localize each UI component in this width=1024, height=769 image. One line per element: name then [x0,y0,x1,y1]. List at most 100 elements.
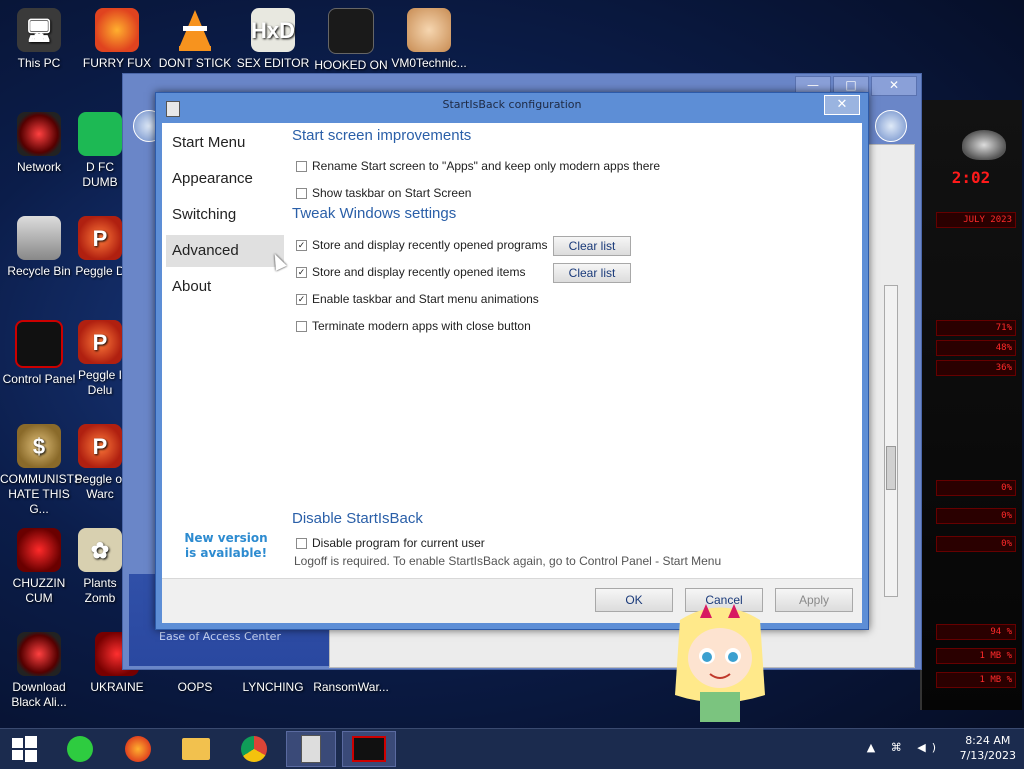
taskbar: ▲ ⌘ ◀) 8:24 AM 7/13/2023 [0,728,1024,769]
desktop-icon-control-panel[interactable]: Control Panel [0,320,78,387]
close-button[interactable]: ✕ [871,76,917,96]
nav-start-menu[interactable]: Start Menu [166,127,284,159]
chrome-icon[interactable] [230,731,278,767]
alien-icon [17,632,61,676]
peggle-icon: P [78,216,122,260]
recycle-bin-icon [17,216,61,260]
desktop-icon-lynching[interactable]: LYNCHING [234,680,312,695]
scrollbar[interactable] [884,285,898,597]
checkbox-checked[interactable]: ✓ [296,239,307,251]
option-label: Store and display recently opened items [312,265,526,279]
option-recent-programs[interactable]: ✓ Store and display recently opened prog… [296,238,547,252]
desktop-icon-this-pc[interactable]: 🖥 This PC [0,8,78,71]
gadget-bar: 94 % [936,624,1016,640]
desktop-icon-communists[interactable]: $ COMMUNISTS HATE THIS G... [0,424,82,517]
section-heading-tweak: Tweak Windows settings [292,205,457,222]
desktop-icon-label: LYNCHING [242,680,304,694]
system-tray-icons[interactable]: ▲ ⌘ ◀) [867,741,942,754]
file-explorer-icon[interactable] [172,731,220,767]
section-heading-disable: Disable StartIsBack [292,510,423,527]
chuzzle-icon [17,528,61,572]
desktop-icon-peggle-deluxe[interactable]: P Peggle I Delu [70,320,130,398]
refresh-icon[interactable] [875,110,907,142]
desktop-icon-download-black[interactable]: Download Black Ali... [0,632,78,710]
peggle-icon: P [78,424,122,468]
control-panel-icon [15,320,63,368]
desktop-icon-label: COMMUNISTS HATE THIS G... [0,472,82,516]
gadget-bar: 0% [936,536,1016,552]
desktop-icon-label: HOOKED ON [314,58,388,72]
advanced-settings-panel: Start screen improvements Rename Start s… [292,123,852,579]
desktop-icon-dfc[interactable]: D FC DUMB [70,112,130,190]
desktop-icon-peggle-d[interactable]: P Peggle D [70,216,130,279]
clear-list-programs-button[interactable]: Clear list [553,236,631,256]
nav-about[interactable]: About [166,271,284,303]
checkbox[interactable] [296,187,307,199]
option-label: Rename Start screen to "Apps" and keep o… [312,159,661,173]
desktop-icon-hooked-on[interactable]: HOOKED ON [312,8,390,73]
dialog-client-area: Start Menu Appearance Switching Advanced… [162,123,862,623]
desktop-icon-label: Peggle D [75,264,125,278]
desktop-icon-dont-stick[interactable]: DONT STICK [156,8,234,71]
startisback-config-taskbar-button[interactable] [286,731,336,767]
desktop-icon-network[interactable]: Network [0,112,78,175]
desktop-icon-oops[interactable]: OOPS [156,680,234,695]
scrollbar-thumb[interactable] [886,446,896,490]
nav-appearance[interactable]: Appearance [166,163,284,195]
windows-logo-icon [12,736,37,762]
desktop-icon-furry-fux[interactable]: FURRY FUX [78,8,156,71]
option-disable-program[interactable]: Disable program for current user [296,536,485,550]
clock-date: 7/13/2023 [959,749,1016,762]
option-label: Disable program for current user [312,536,485,550]
control-panel-taskbar-button[interactable] [342,731,396,767]
desktop-icon-label: RansomWar... [313,680,389,694]
firefox-icon[interactable] [114,731,162,767]
option-terminate-modern-apps[interactable]: Terminate modern apps with close button [296,319,531,333]
flower-icon: ✿ [78,528,122,572]
peggle-icon: P [78,320,122,364]
desktop-icon-label: FURRY FUX [82,56,152,70]
nav-advanced[interactable]: Advanced [166,235,284,267]
person-icon [407,8,451,52]
logoff-note: Logoff is required. To enable StartIsBac… [294,554,722,568]
firefox-icon [95,8,139,52]
option-label: Terminate modern apps with close button [312,319,531,333]
desktop-icon-label: Network [16,160,61,174]
checkbox-checked[interactable]: ✓ [296,293,307,305]
desktop-icon-plants[interactable]: ✿ Plants Zomb [70,528,130,606]
option-animations[interactable]: ✓ Enable taskbar and Start menu animatio… [296,292,539,306]
desktop-icon-label: CHUZZIN CUM [12,576,66,605]
option-recent-items[interactable]: ✓ Store and display recently opened item… [296,265,525,279]
desktop-icon-vm0[interactable]: VM0Technic... [390,8,468,71]
desktop-icon-label: VM0Technic... [391,56,467,70]
notes-app-icon[interactable] [56,731,104,767]
alien-head-icon [962,130,1006,160]
dialog-close-button[interactable]: ✕ [824,95,860,115]
desktop-icon-label: Plants Zomb [83,576,117,605]
apply-button[interactable]: Apply [775,588,853,612]
gadget-bar: 1 MB % [936,672,1016,688]
option-show-taskbar[interactable]: Show taskbar on Start Screen [296,186,471,200]
checkbox[interactable] [296,537,307,549]
desktop-icon-ransomware[interactable]: RansomWar... [312,680,390,695]
option-rename-start-screen[interactable]: Rename Start screen to "Apps" and keep o… [296,159,660,173]
new-version-link[interactable]: New version is available! [178,531,274,561]
desktop-icon-chuzzin[interactable]: CHUZZIN CUM [0,528,78,606]
checkbox[interactable] [296,160,307,172]
desktop-icon-sex-editor[interactable]: HxD SEX EDITOR [234,8,312,71]
desktop-icon-recycle-bin[interactable]: Recycle Bin [0,216,78,279]
network-icon [17,112,61,156]
nav-switching[interactable]: Switching [166,199,284,231]
checkbox[interactable] [296,320,307,332]
ease-of-access-link[interactable]: Ease of Access Center [159,630,281,643]
ok-button[interactable]: OK [595,588,673,612]
option-label: Store and display recently opened progra… [312,238,548,252]
desktop-icon-peggle-warc[interactable]: P Peggle of Warc [70,424,130,502]
cartoon-character-overlay [670,600,770,725]
clock[interactable]: 8:24 AM 7/13/2023 [960,733,1016,763]
gadget-clock: 2:02 [951,168,991,187]
clear-list-items-button[interactable]: Clear list [553,263,631,283]
checkbox-checked[interactable]: ✓ [296,266,307,278]
start-button[interactable] [0,731,48,767]
money-bag-icon: $ [17,424,61,468]
